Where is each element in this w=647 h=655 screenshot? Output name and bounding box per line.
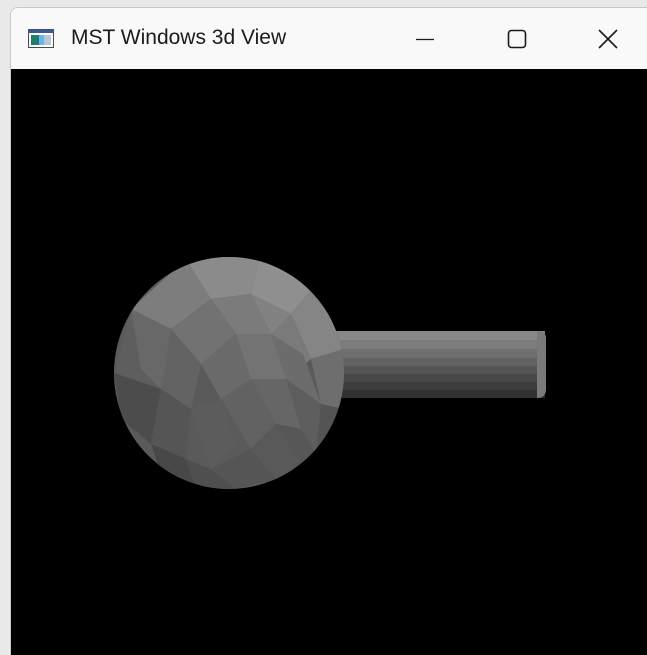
window-title: MST Windows 3d View bbox=[71, 26, 287, 49]
maximize-icon bbox=[507, 29, 527, 49]
close-button[interactable] bbox=[562, 8, 647, 69]
maximize-button[interactable] bbox=[471, 8, 563, 69]
3d-viewport[interactable] bbox=[11, 69, 647, 655]
app-window: MST Windows 3d View bbox=[10, 7, 647, 655]
sphere-shape bbox=[114, 257, 344, 489]
close-icon bbox=[597, 28, 619, 50]
3d-scene bbox=[114, 257, 547, 489]
minimize-button[interactable] bbox=[379, 8, 471, 69]
title-bar[interactable]: MST Windows 3d View bbox=[11, 8, 647, 69]
cylinder-shape bbox=[329, 331, 547, 398]
minimize-icon bbox=[415, 29, 435, 49]
app-window-icon bbox=[28, 29, 54, 48]
